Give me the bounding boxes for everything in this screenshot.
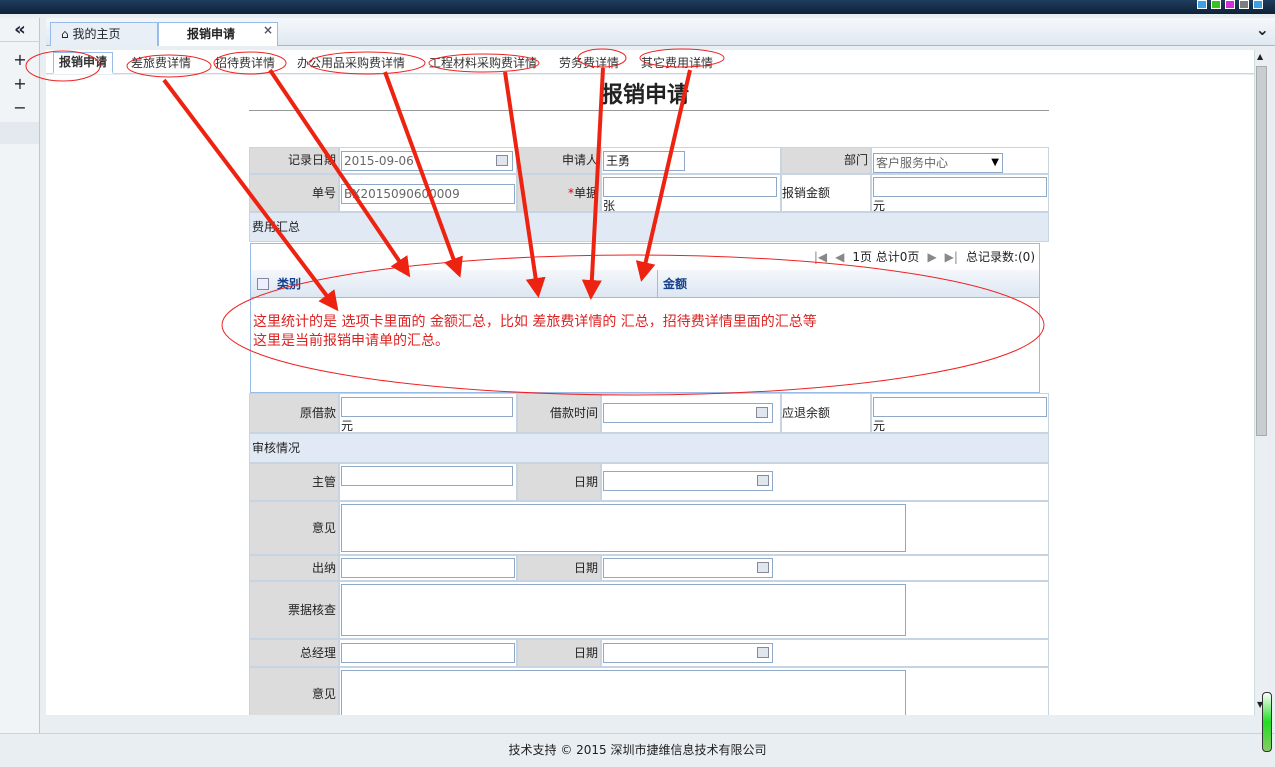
highlight-ellipse	[213, 51, 287, 75]
arrow-icon	[268, 68, 411, 278]
arrow-icon	[162, 78, 339, 312]
highlight-ellipse	[639, 48, 725, 68]
annotation-text-1: 这里统计的是 选项卡里面的 金额汇总，比如 差旅费详情的 汇总，招待费详情里面的…	[253, 314, 817, 330]
annotation-text-2: 这里是当前报销申请单的汇总。	[253, 333, 449, 349]
highlight-ellipse	[25, 50, 101, 82]
highlight-ellipse	[308, 51, 426, 75]
arrow-icon	[635, 69, 692, 282]
highlight-ellipse	[126, 54, 212, 78]
highlight-ellipse	[577, 48, 627, 68]
arrow-icon	[383, 71, 463, 278]
highlight-ellipse	[428, 53, 540, 73]
arrow-icon	[503, 71, 546, 298]
arrow-icon	[581, 67, 605, 300]
footer-text: 技术支持 © 2015 深圳市捷维信息技术有限公司	[508, 743, 767, 757]
level-indicator-icon	[1262, 692, 1272, 752]
footer: 技术支持 © 2015 深圳市捷维信息技术有限公司	[0, 733, 1275, 767]
annotation-overlay	[25, 48, 1045, 396]
